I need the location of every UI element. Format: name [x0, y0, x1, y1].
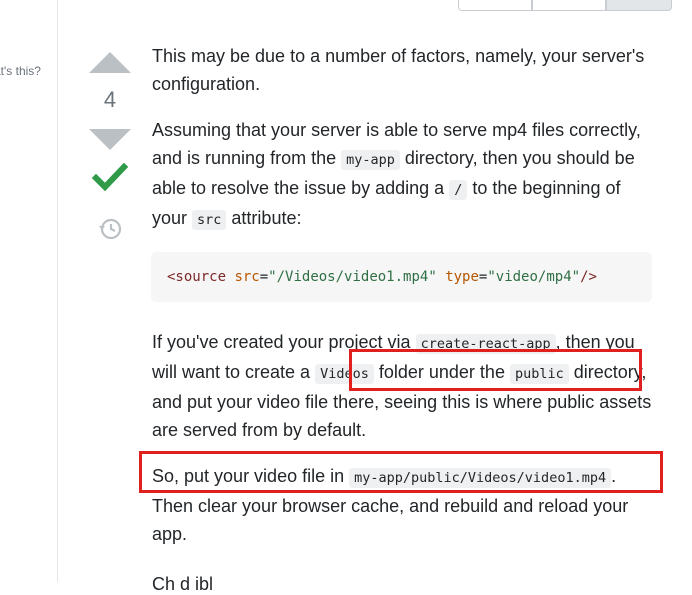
text: folder under the [373, 362, 510, 382]
inline-code: my-app [341, 150, 400, 170]
inline-code: Videos [315, 364, 374, 384]
code-eq: = [259, 269, 269, 285]
next-paragraph-partial: Ch d ibl [152, 574, 214, 594]
sort-tab-active[interactable] [606, 0, 672, 11]
sort-tab[interactable] [458, 0, 532, 11]
code-tag-open: <source [167, 269, 235, 285]
upvote-arrow-icon[interactable] [89, 52, 131, 73]
paragraph: If you've created your project via creat… [152, 328, 660, 444]
answer-body: This may be due to a number of factors, … [151, 42, 660, 566]
inline-code: create-react-app [415, 334, 556, 354]
code-value: "video/mp4" [487, 269, 581, 285]
sort-tabs [458, 0, 672, 11]
paragraph: So, put your video file in my-app/public… [152, 462, 660, 548]
text: If you've created your project via [152, 332, 416, 352]
text: So, put your video file in [152, 466, 350, 486]
vote-controls: 4 [86, 52, 134, 248]
code-tag-close: /> [580, 269, 597, 285]
code-value: "/Videos/video1.mp4" [268, 269, 437, 285]
left-sidebar: at's this? [0, 0, 58, 582]
history-icon[interactable] [96, 215, 124, 243]
accepted-checkmark-icon [91, 162, 129, 192]
inline-code: public [509, 364, 569, 384]
inline-code: / [449, 180, 468, 200]
code-block: <source src="/Videos/video1.mp4" type="v… [151, 252, 652, 302]
vote-count: 4 [103, 87, 117, 112]
code-attr: type [445, 269, 479, 285]
paragraph: Assuming that your server is able to ser… [152, 116, 660, 234]
paragraph: This may be due to a number of factors, … [152, 46, 645, 94]
code-attr: src [234, 269, 260, 285]
inline-code: my-app/public/Videos/video1.mp4 [349, 468, 612, 488]
whats-this-link[interactable]: at's this? [0, 64, 41, 78]
inline-code: src [192, 210, 227, 230]
downvote-arrow-icon[interactable] [89, 129, 131, 150]
sort-tab[interactable] [532, 0, 606, 11]
text: attribute: [226, 208, 302, 228]
